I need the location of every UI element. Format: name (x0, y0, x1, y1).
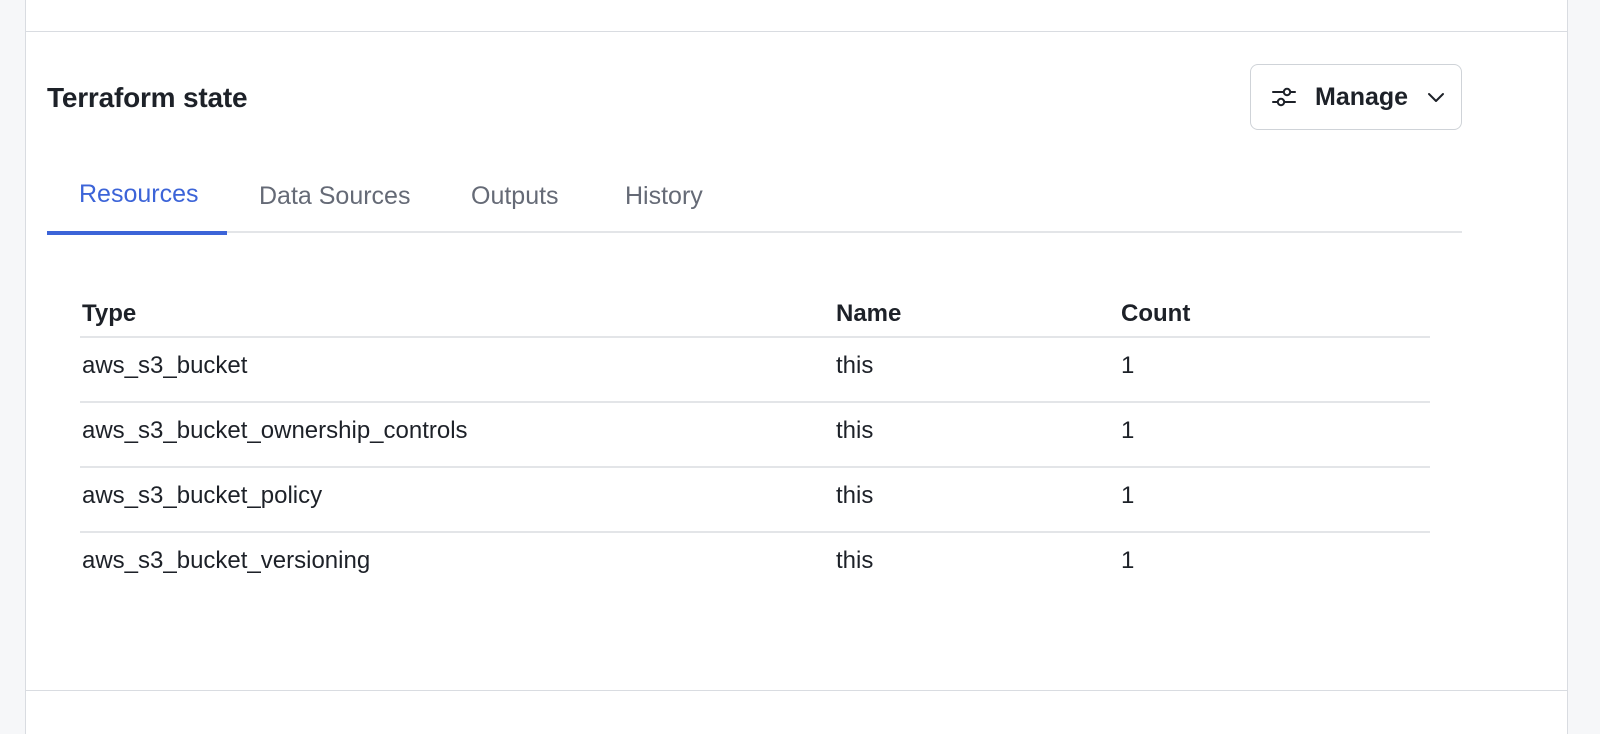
table-row: aws_s3_bucket_versioning this 1 (80, 533, 1430, 598)
resource-name: this (836, 352, 874, 379)
tab-resources-label: Resources (79, 180, 199, 208)
tab-outputs-label: Outputs (471, 182, 559, 210)
tab-history[interactable]: History (625, 168, 707, 233)
table-row: aws_s3_bucket_ownership_controls this 1 (80, 403, 1430, 468)
tab-data-sources[interactable]: Data Sources (259, 168, 411, 233)
resource-count: 1 (1121, 417, 1135, 444)
table-row: aws_s3_bucket this 1 (80, 338, 1430, 403)
resource-name: this (836, 417, 874, 444)
resource-count: 1 (1121, 352, 1135, 379)
resource-name: this (836, 547, 874, 574)
panel-title: Terraform state (47, 82, 248, 113)
column-header-count: Count (1121, 300, 1191, 327)
tab-history-label: History (625, 182, 703, 210)
column-header-name: Name (836, 300, 902, 327)
column-header-type: Type (82, 300, 137, 327)
tab-outputs[interactable]: Outputs (471, 168, 563, 233)
chevron-down-icon (1428, 93, 1445, 102)
resources-table: Type Name Count aws_s3_bucket this 1 aws… (80, 290, 1430, 598)
table-header-row: Type Name Count (80, 290, 1430, 338)
resource-count: 1 (1121, 547, 1135, 574)
manage-button[interactable]: Manage (1250, 64, 1462, 130)
resource-name: this (836, 482, 874, 509)
page: Terraform state Manage Resources Data So… (0, 0, 1600, 734)
resource-type: aws_s3_bucket (82, 352, 248, 379)
resource-type: aws_s3_bucket_policy (82, 482, 323, 509)
tab-resources[interactable]: Resources (47, 168, 227, 235)
resource-type: aws_s3_bucket_versioning (82, 547, 371, 574)
state-tabs: Resources Data Sources Outputs History (47, 168, 1462, 235)
tab-data-sources-label: Data Sources (259, 182, 411, 210)
sliders-icon (1272, 87, 1296, 107)
table-row: aws_s3_bucket_policy this 1 (80, 468, 1430, 533)
resource-type: aws_s3_bucket_ownership_controls (82, 417, 468, 444)
previous-card (25, 0, 1568, 32)
manage-button-label: Manage (1315, 82, 1409, 111)
next-card (25, 691, 1568, 734)
resource-count: 1 (1121, 482, 1135, 509)
